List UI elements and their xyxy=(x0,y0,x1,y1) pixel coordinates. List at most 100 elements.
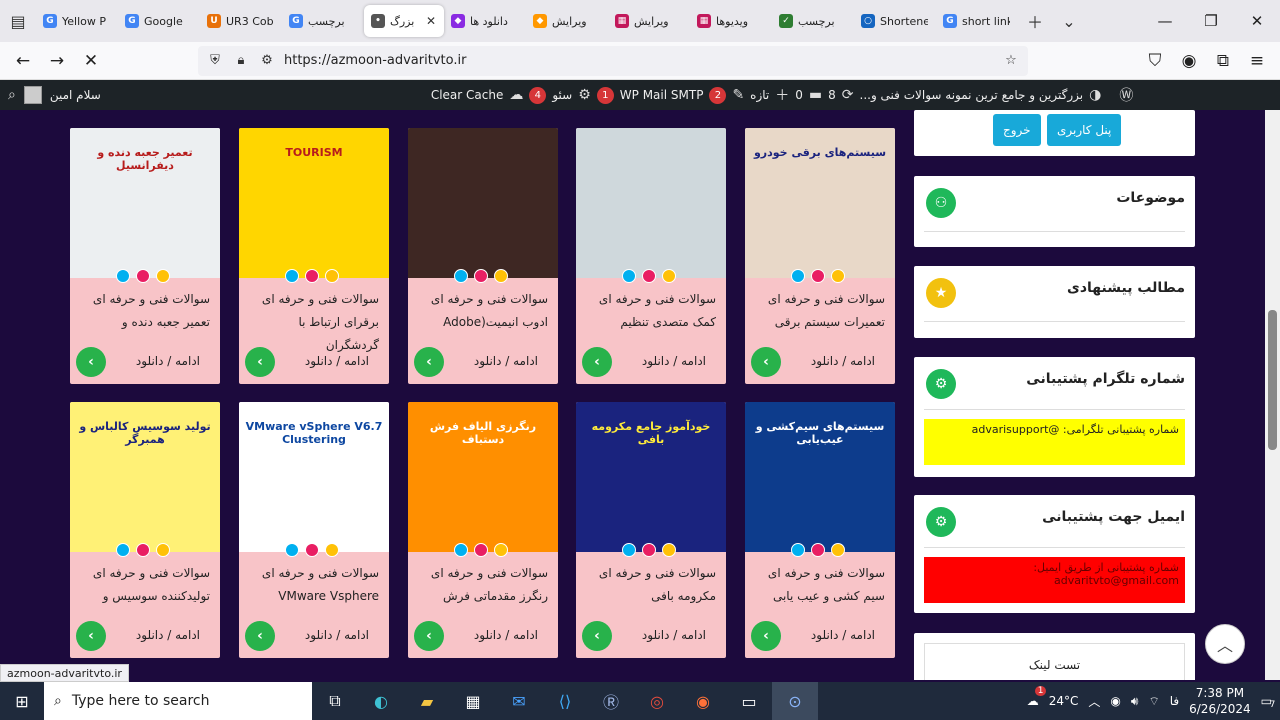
chevron-left-icon[interactable]: ‹ xyxy=(76,621,106,651)
card-title[interactable]: سوالات فنی و حرفه ای تعمیرات سیستم برقی xyxy=(753,288,885,334)
product-card[interactable]: سیستم‌های سیم‌کشی و عیب‌یابی سوالات فنی و… xyxy=(745,402,895,658)
card-title[interactable]: سوالات فنی و حرفه ای ادوب انیمیت(Adobe xyxy=(416,288,548,334)
continue-download-link[interactable]: ادامه / دانلود xyxy=(305,354,369,368)
clear-cache-link[interactable]: Clear Cache xyxy=(431,88,504,102)
chevron-left-icon[interactable]: ‹ xyxy=(245,621,275,651)
updates-icon[interactable]: ⟳ xyxy=(842,87,854,103)
new-content-link[interactable]: تازه xyxy=(750,88,769,102)
close-window-button[interactable]: ✕ xyxy=(1234,0,1280,42)
bookmark-star-icon[interactable]: ☆ xyxy=(1002,53,1020,68)
avatar[interactable] xyxy=(23,86,42,104)
browser-tab[interactable]: U UR3 Cob xyxy=(200,5,282,37)
card-thumbnail[interactable]: خودآموز جامع مکرومه بافی xyxy=(576,402,726,552)
product-card[interactable]: تولید سوسیس کالباس و همبرگر سوالات فنی و … xyxy=(70,402,220,658)
clock[interactable]: 7:38 PM 6/26/2024 xyxy=(1189,685,1251,717)
continue-download-link[interactable]: ادامه / دانلود xyxy=(474,628,538,642)
card-title[interactable]: سوالات فنی و حرفه ای VMware Vsphere xyxy=(247,562,379,608)
site-title-link[interactable]: بزرگترین و جامع ترین نمونه سوالات فنی و.… xyxy=(860,88,1084,102)
minimize-button[interactable]: — xyxy=(1142,0,1188,42)
stop-loading-button[interactable]: ✕ xyxy=(74,46,108,76)
browser-tab[interactable]: ◆ ویرایش xyxy=(526,5,608,37)
logout-button[interactable]: خروج xyxy=(993,114,1041,146)
browser-tab[interactable]: ✓ برچسب xyxy=(772,5,854,37)
language-indicator[interactable]: فا xyxy=(1170,694,1179,708)
card-thumbnail[interactable] xyxy=(408,128,558,278)
scrollbar-thumb[interactable] xyxy=(1268,310,1277,450)
tab-list-chevron-icon[interactable]: ⌄ xyxy=(1052,5,1086,37)
menu-icon[interactable]: ≡ xyxy=(1240,46,1274,76)
chevron-left-icon[interactable]: ‹ xyxy=(582,621,612,651)
user-panel-button[interactable]: پنل کاربری xyxy=(1047,114,1122,146)
card-thumbnail[interactable]: سیستم‌های برقی خودرو xyxy=(745,128,895,278)
browser-tab[interactable]: ◆ دانلود ها xyxy=(444,5,526,37)
r-icon[interactable]: Ⓡ xyxy=(588,682,634,720)
product-card[interactable]: سوالات فنی و حرفه ای ادوب انیمیت(Adobe اد… xyxy=(408,128,558,384)
browser-tab[interactable]: ▦ ویدیوها xyxy=(690,5,772,37)
start-button[interactable]: ⊞ xyxy=(0,682,44,720)
task-view-icon[interactable]: ⧉ xyxy=(312,682,358,720)
card-thumbnail[interactable]: VMware vSphere V6.7 Clustering xyxy=(239,402,389,552)
card-title[interactable]: سوالات فنی و حرفه ای رنگرز مقدماتی فرش xyxy=(416,562,548,608)
chrome-icon[interactable]: ◎ xyxy=(634,682,680,720)
product-card[interactable]: VMware vSphere V6.7 Clustering سوالات فنی… xyxy=(239,402,389,658)
continue-download-link[interactable]: ادامه / دانلود xyxy=(811,628,875,642)
card-title[interactable]: سوالات فنی و حرفه ای تولیدکننده سوسیس و xyxy=(78,562,210,608)
chevron-left-icon[interactable]: ‹ xyxy=(751,621,781,651)
chevron-left-icon[interactable]: ‹ xyxy=(245,347,275,377)
product-card[interactable]: سیستم‌های برقی خودرو سوالات فنی و حرفه ای… xyxy=(745,128,895,384)
screen-recorder-icon[interactable]: ⊙ xyxy=(772,682,818,720)
continue-download-link[interactable]: ادامه / دانلود xyxy=(642,354,706,368)
card-thumbnail[interactable]: تولید سوسیس کالباس و همبرگر xyxy=(70,402,220,552)
continue-download-link[interactable]: ادامه / دانلود xyxy=(305,628,369,642)
product-card[interactable]: رنگرزی الیاف فرش دستباف سوالات فنی و حرفه… xyxy=(408,402,558,658)
terminal-icon[interactable]: ▭ xyxy=(726,682,772,720)
browser-tab[interactable]: G Yellow P xyxy=(36,5,118,37)
chevron-left-icon[interactable]: ‹ xyxy=(414,347,444,377)
browser-tab[interactable]: Gshort link xyxy=(936,5,1018,37)
continue-download-link[interactable]: ادامه / دانلود xyxy=(136,628,200,642)
comments-count[interactable]: 0 xyxy=(795,88,803,102)
weather-icon[interactable]: ☁ 1 xyxy=(1027,686,1047,708)
card-thumbnail[interactable]: TOURISM xyxy=(239,128,389,278)
browser-tab[interactable]: ▦ ویرایش xyxy=(608,5,690,37)
url-text[interactable]: https://azmoon-advaritvto.ir xyxy=(284,53,994,68)
edge-icon[interactable]: ◐ xyxy=(358,682,404,720)
seo-link[interactable]: سئو xyxy=(552,88,572,102)
extensions-icon[interactable]: ⧉ xyxy=(1206,46,1240,76)
permissions-icon[interactable]: ⚙ xyxy=(258,53,276,68)
updates-count[interactable]: 8 xyxy=(828,88,836,102)
store-icon[interactable]: ▦ xyxy=(450,682,496,720)
continue-download-link[interactable]: ادامه / دانلود xyxy=(136,354,200,368)
card-thumbnail[interactable]: تعمیر جعبه دنده و دیفرانسیل xyxy=(70,128,220,278)
notification-icon[interactable]: ▭ 7 xyxy=(1261,694,1276,710)
dashboard-icon[interactable]: ◑ xyxy=(1089,87,1101,103)
page-scrollbar[interactable] xyxy=(1265,110,1280,680)
close-tab-icon[interactable]: ✕ xyxy=(426,14,436,28)
temperature[interactable]: 24°C xyxy=(1049,694,1079,708)
browser-tab[interactable]: ○ Shortene xyxy=(854,5,936,37)
forward-button[interactable]: → xyxy=(40,46,74,76)
browser-tab[interactable]: G Google xyxy=(118,5,200,37)
shield-icon[interactable]: ⛨ xyxy=(206,53,224,68)
chevron-left-icon[interactable]: ‹ xyxy=(751,347,781,377)
scroll-to-top-button[interactable]: ︿ xyxy=(1205,624,1245,664)
comment-icon[interactable]: ▬ xyxy=(809,87,822,103)
smtp-link[interactable]: WP Mail SMTP xyxy=(620,88,704,102)
card-thumbnail[interactable]: رنگرزی الیاف فرش دستباف xyxy=(408,402,558,552)
chevron-up-icon[interactable]: ︿ xyxy=(1088,693,1100,710)
sidebar-toggle-icon[interactable]: ▤ xyxy=(0,3,36,39)
firefox-icon[interactable]: ◉ xyxy=(680,682,726,720)
chevron-left-icon[interactable]: ‹ xyxy=(582,347,612,377)
product-card[interactable]: خودآموز جامع مکرومه بافی سوالات فنی و حرف… xyxy=(576,402,726,658)
continue-download-link[interactable]: ادامه / دانلود xyxy=(642,628,706,642)
card-title[interactable]: سوالات فنی و حرفه ای برقرای ارتباط با گر… xyxy=(247,288,379,357)
search-icon[interactable]: ⌕ xyxy=(8,87,16,103)
wifi-icon[interactable]: ⌔ xyxy=(1148,694,1159,709)
card-title[interactable]: سوالات فنی و حرفه ای مکرومه بافی xyxy=(584,562,716,608)
new-tab-button[interactable]: ＋ xyxy=(1018,5,1052,37)
browser-tab[interactable]: G برچسب xyxy=(282,5,364,37)
volume-icon[interactable]: 🔊︎ xyxy=(1131,694,1139,709)
wordpress-logo-icon[interactable]: Ⓦ xyxy=(1119,85,1133,105)
continue-download-link[interactable]: ادامه / دانلود xyxy=(811,354,875,368)
chevron-left-icon[interactable]: ‹ xyxy=(414,621,444,651)
